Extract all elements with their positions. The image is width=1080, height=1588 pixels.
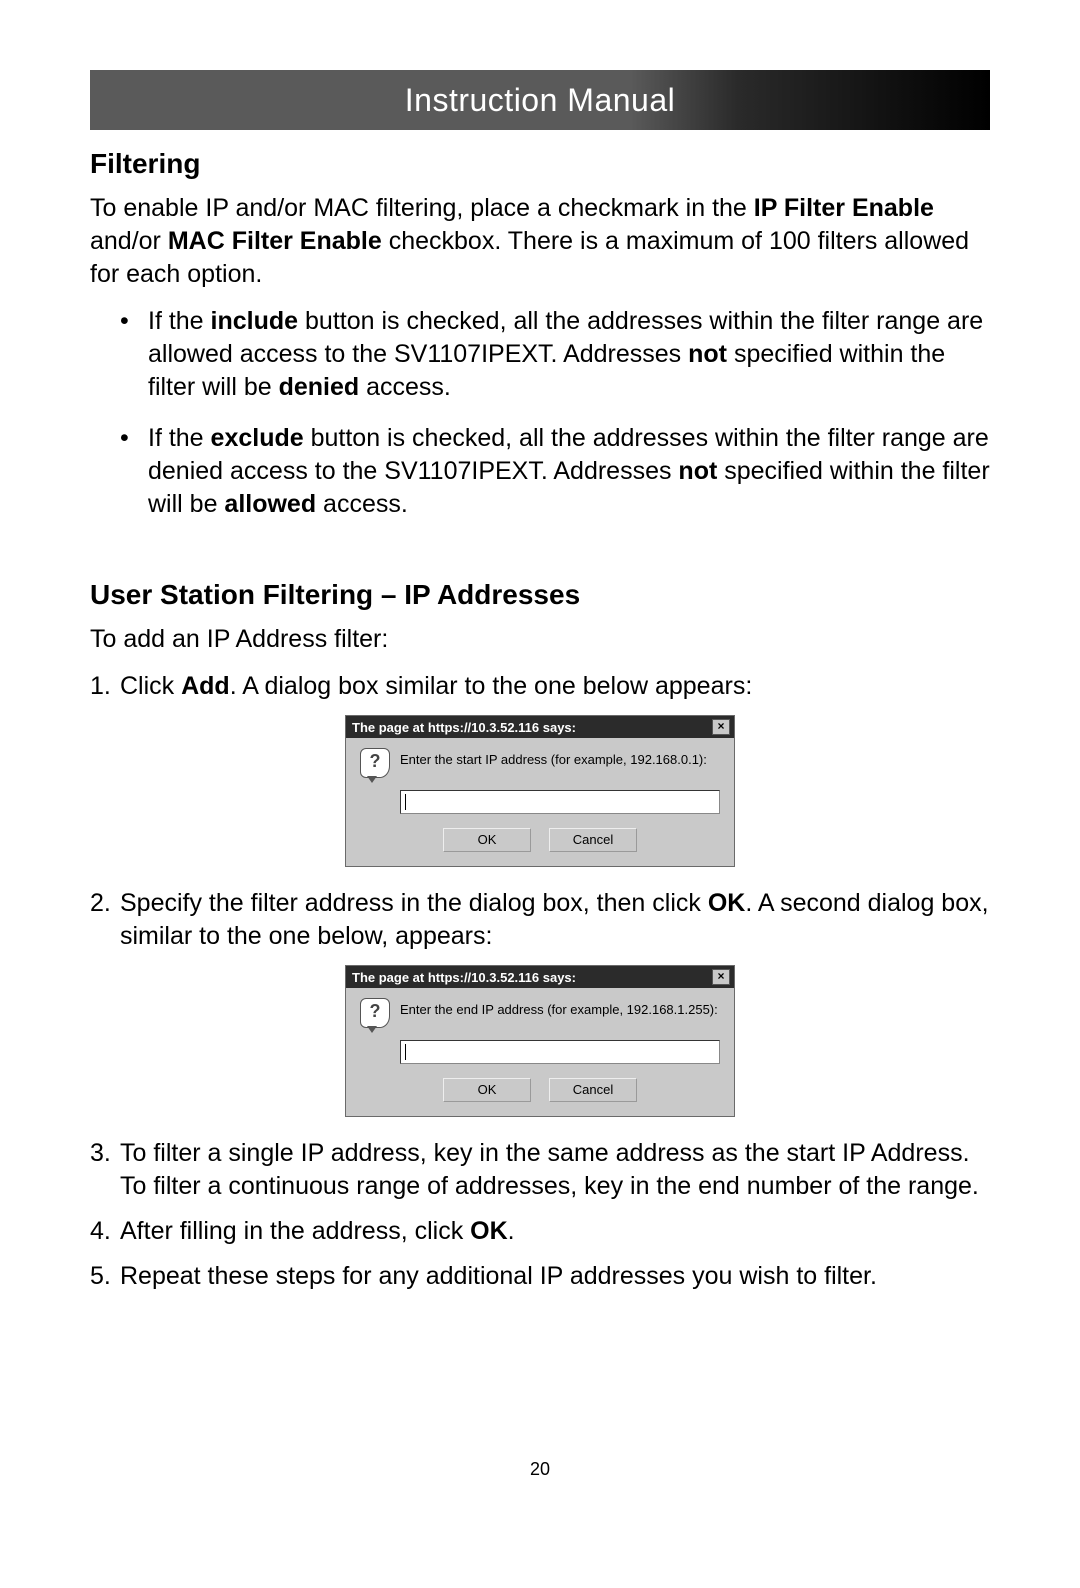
dialog-titlebar: The page at https://10.3.52.116 says: × [346, 966, 734, 988]
ip-end-input[interactable] [400, 1040, 720, 1064]
filtering-heading: Filtering [90, 148, 990, 180]
ok-button[interactable]: OK [443, 828, 531, 852]
close-icon[interactable]: × [712, 969, 730, 985]
dialog-prompt: Enter the start IP address (for example,… [400, 748, 707, 767]
step-5: Repeat these steps for any additional IP… [90, 1260, 990, 1293]
dialog-title: The page at https://10.3.52.116 says: [352, 720, 576, 735]
dialog-title: The page at https://10.3.52.116 says: [352, 970, 576, 985]
page-number: 20 [0, 1459, 1080, 1480]
step-4: After filling in the address, click OK. [90, 1215, 990, 1248]
dialog-titlebar: The page at https://10.3.52.116 says: × [346, 716, 734, 738]
question-icon [360, 748, 390, 778]
step-3: To filter a single IP address, key in th… [90, 1137, 990, 1203]
ip-filtering-intro: To add an IP Address filter: [90, 623, 990, 656]
dialog-start-ip: The page at https://10.3.52.116 says: × … [345, 715, 735, 867]
ip-filtering-heading: User Station Filtering – IP Addresses [90, 579, 990, 611]
question-icon [360, 998, 390, 1028]
close-icon[interactable]: × [712, 719, 730, 735]
dialog-prompt: Enter the end IP address (for example, 1… [400, 998, 718, 1017]
cancel-button[interactable]: Cancel [549, 1078, 637, 1102]
ok-button[interactable]: OK [443, 1078, 531, 1102]
step-1: Click Add. A dialog box similar to the o… [90, 670, 990, 703]
dialog-end-ip: The page at https://10.3.52.116 says: × … [345, 965, 735, 1117]
header-band: Instruction Manual [90, 70, 990, 130]
cancel-button[interactable]: Cancel [549, 828, 637, 852]
bullet-exclude: If the exclude button is checked, all th… [120, 422, 990, 521]
step-2: Specify the filter address in the dialog… [90, 887, 990, 953]
header-title: Instruction Manual [405, 82, 675, 119]
bullet-include: If the include button is checked, all th… [120, 305, 990, 404]
filtering-intro: To enable IP and/or MAC filtering, place… [90, 192, 990, 291]
ip-start-input[interactable] [400, 790, 720, 814]
